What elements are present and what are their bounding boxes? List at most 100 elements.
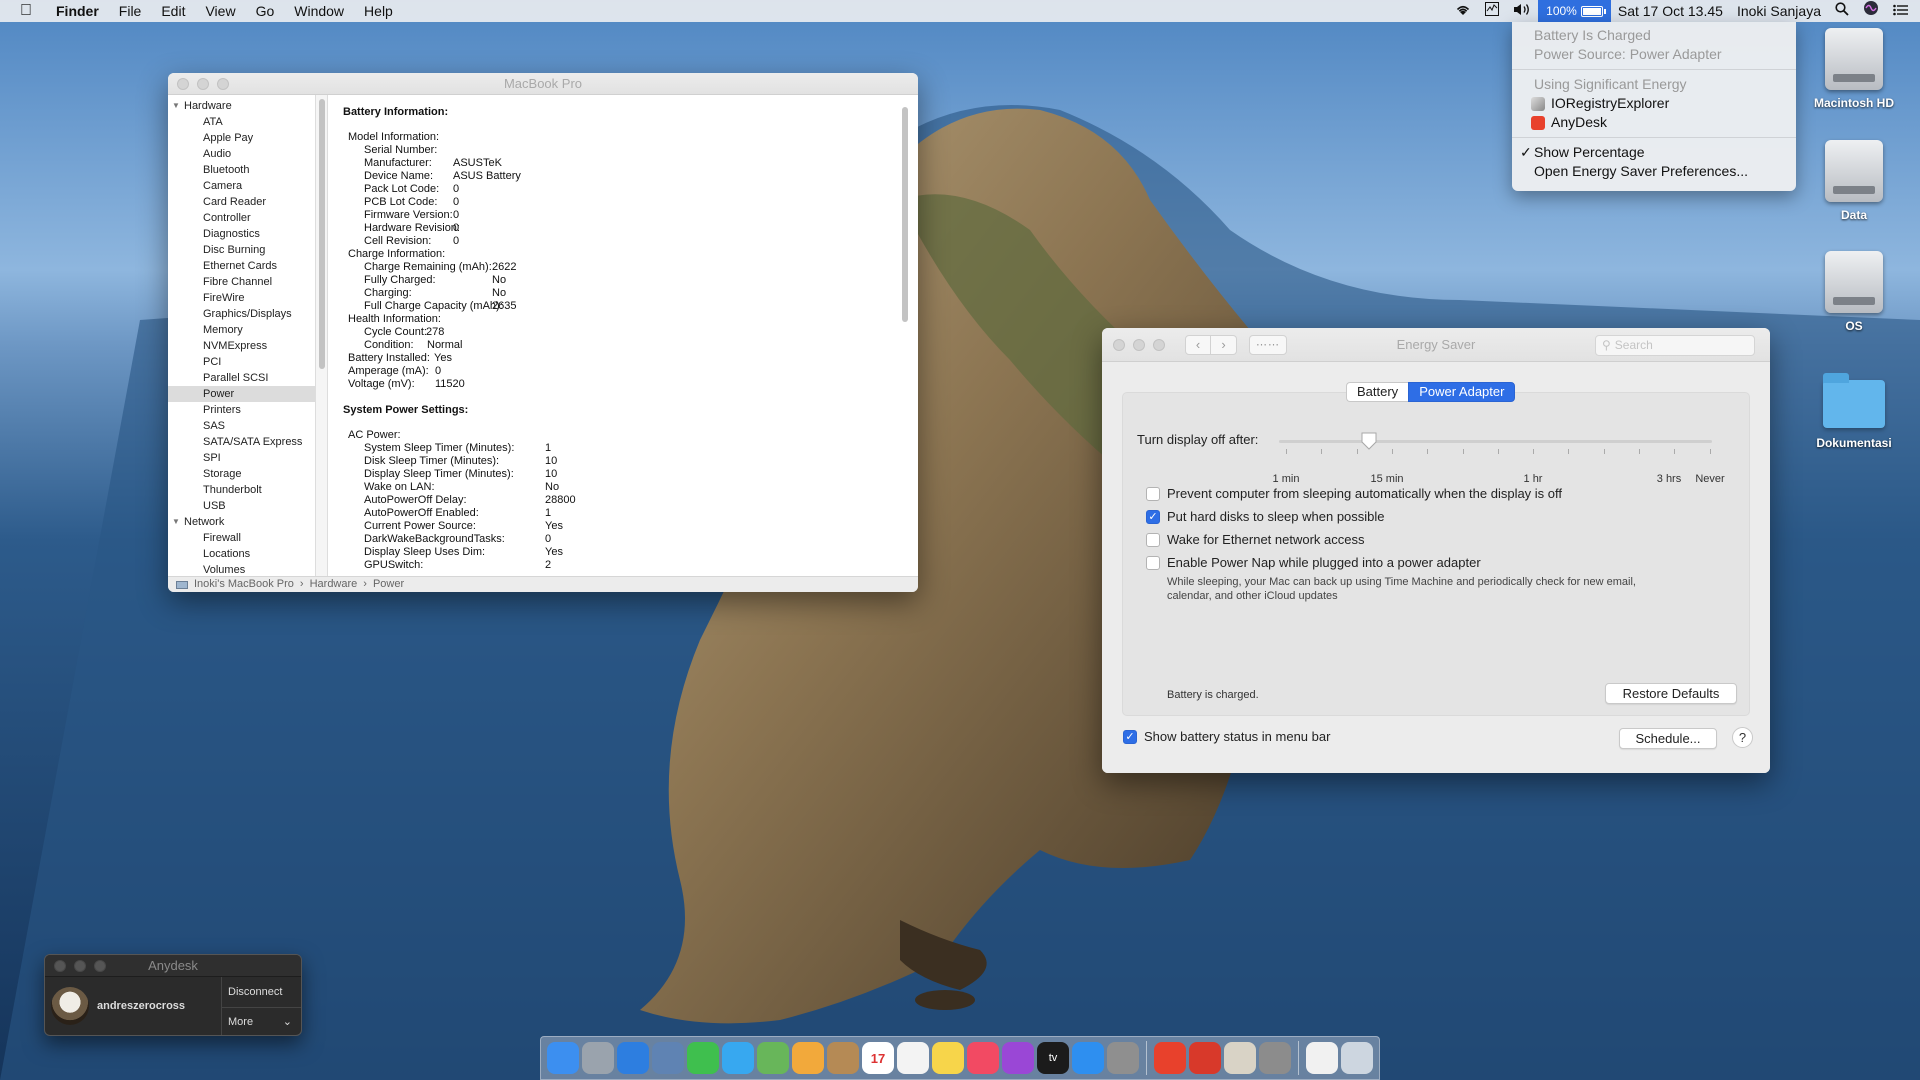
menu-view[interactable]: View (195, 0, 245, 22)
desktop-icon-macintosh-hd[interactable]: Macintosh HD (1799, 28, 1909, 110)
notification-center-icon[interactable] (1886, 0, 1920, 22)
finder-icon[interactable] (547, 1042, 579, 1074)
sidebar-item-camera[interactable]: Camera (168, 178, 315, 194)
show-all-grid-icon[interactable]: ⋯⋯ (1249, 334, 1287, 355)
disclosure-triangle-icon[interactable]: ▼ (172, 98, 180, 114)
minimize-button[interactable] (74, 959, 86, 972)
slider-knob[interactable] (1361, 432, 1377, 450)
battery-menu-extra[interactable]: 100% (1538, 0, 1611, 22)
activity-monitor-icon[interactable] (1478, 0, 1506, 22)
preview-icon[interactable] (652, 1042, 684, 1074)
sidebar-item-volumes[interactable]: Volumes (168, 562, 315, 576)
facetime-icon[interactable] (687, 1042, 719, 1074)
zoom-button[interactable] (217, 77, 229, 90)
disclosure-triangle-icon[interactable]: ▼ (172, 514, 180, 530)
detail-scrollbar[interactable] (902, 107, 908, 322)
contacts-icon[interactable] (827, 1042, 859, 1074)
sidebar-item-pci[interactable]: PCI (168, 354, 315, 370)
sidebar-category-hardware[interactable]: ▼ Hardware (168, 98, 315, 114)
close-button[interactable] (177, 77, 189, 90)
podcasts-icon[interactable] (1002, 1042, 1034, 1074)
desktop-icon-data[interactable]: Data (1799, 140, 1909, 222)
anydesk-icon[interactable] (1154, 1042, 1186, 1074)
zoom-button[interactable] (94, 959, 106, 972)
launchpad-icon[interactable] (582, 1042, 614, 1074)
sidebar-item-locations[interactable]: Locations (168, 546, 315, 562)
messages-icon[interactable] (722, 1042, 754, 1074)
checkbox-checked[interactable]: ✓ (1146, 509, 1160, 524)
spotlight-icon[interactable] (1828, 0, 1856, 22)
menu-go[interactable]: Go (246, 0, 285, 22)
menu-edit[interactable]: Edit (151, 0, 195, 22)
sidebar-item-ata[interactable]: ATA (168, 114, 315, 130)
more-button[interactable]: More ⌄ (228, 1013, 296, 1031)
menu-item-show-percentage[interactable]: ✓ Show Percentage (1512, 143, 1796, 162)
sidebar-item-thunderbolt[interactable]: Thunderbolt (168, 482, 315, 498)
apple-menu-icon[interactable]:  (0, 0, 46, 22)
menu-item-anydesk[interactable]: AnyDesk (1512, 113, 1796, 132)
trash-icon[interactable] (1341, 1042, 1373, 1074)
safari-icon[interactable] (617, 1042, 649, 1074)
volume-icon[interactable] (1506, 0, 1538, 22)
sidebar-scrollbar[interactable] (316, 95, 328, 576)
help-button[interactable]: ? (1732, 727, 1753, 748)
anydesk-alt-icon[interactable] (1189, 1042, 1221, 1074)
sidebar-item-nvmexpress[interactable]: NVMExpress (168, 338, 315, 354)
restore-defaults-button[interactable]: Restore Defaults (1605, 683, 1737, 704)
sidebar-item-diagnostics[interactable]: Diagnostics (168, 226, 315, 242)
sidebar-category-network[interactable]: ▼ Network (168, 514, 315, 530)
window-toolbar[interactable]: ‹ › ⋯⋯ Energy Saver ⚲ Search (1102, 328, 1770, 362)
sidebar-item-bluetooth[interactable]: Bluetooth (168, 162, 315, 178)
maps-icon[interactable] (757, 1042, 789, 1074)
menu-file[interactable]: File (109, 0, 152, 22)
menu-clock[interactable]: Sat 17 Oct 13.45 (1611, 0, 1730, 22)
search-field[interactable]: ⚲ Search (1595, 335, 1755, 356)
system-preferences-icon[interactable] (1107, 1042, 1139, 1074)
checkbox[interactable] (1146, 486, 1160, 501)
menu-item-open-energy-saver[interactable]: Open Energy Saver Preferences... (1512, 162, 1796, 181)
music-icon[interactable] (967, 1042, 999, 1074)
sidebar-item-disc-burning[interactable]: Disc Burning (168, 242, 315, 258)
window-titlebar[interactable]: MacBook Pro (168, 73, 918, 95)
breadcrumb-item[interactable]: Power (373, 577, 404, 592)
desktop-icon-os[interactable]: OS (1799, 251, 1909, 333)
forward-button[interactable]: › (1211, 334, 1237, 355)
minimize-button[interactable] (1133, 338, 1145, 351)
schedule-button[interactable]: Schedule... (1619, 728, 1717, 749)
script-editor-icon[interactable] (1224, 1042, 1256, 1074)
sidebar-item-firewall[interactable]: Firewall (168, 530, 315, 546)
sidebar-item-card-reader[interactable]: Card Reader (168, 194, 315, 210)
notes-icon[interactable] (932, 1042, 964, 1074)
sidebar-item-graphics-displays[interactable]: Graphics/Displays (168, 306, 315, 322)
menu-window[interactable]: Window (284, 0, 354, 22)
sidebar-item-firewire[interactable]: FireWire (168, 290, 315, 306)
option-show-battery-status[interactable]: ✓ Show battery status in menu bar (1123, 729, 1330, 744)
tv-icon[interactable]: tv (1037, 1042, 1069, 1074)
window-titlebar[interactable]: Anydesk (45, 955, 301, 977)
option-prevent-sleep[interactable]: Prevent computer from sleeping automatic… (1146, 486, 1562, 501)
close-button[interactable] (54, 959, 66, 972)
sidebar-item-printers[interactable]: Printers (168, 402, 315, 418)
menu-app-name[interactable]: Finder (46, 0, 109, 22)
checkbox[interactable] (1146, 555, 1160, 570)
sidebar-item-sas[interactable]: SAS (168, 418, 315, 434)
sidebar-item-fibre-channel[interactable]: Fibre Channel (168, 274, 315, 290)
sidebar-item-sata-sata-express[interactable]: SATA/SATA Express (168, 434, 315, 450)
photos-icon[interactable] (792, 1042, 824, 1074)
sidebar-item-memory[interactable]: Memory (168, 322, 315, 338)
zoom-button[interactable] (1153, 338, 1165, 351)
close-button[interactable] (1113, 338, 1125, 351)
checkbox-checked[interactable]: ✓ (1123, 729, 1137, 744)
sidebar-item-audio[interactable]: Audio (168, 146, 315, 162)
sidebar-item-apple-pay[interactable]: Apple Pay (168, 130, 315, 146)
menu-user[interactable]: Inoki Sanjaya (1730, 0, 1828, 22)
sidebar-item-storage[interactable]: Storage (168, 466, 315, 482)
minimize-button[interactable] (197, 77, 209, 90)
reminders-icon[interactable] (897, 1042, 929, 1074)
app-store-icon[interactable] (1072, 1042, 1104, 1074)
sidebar-item-spi[interactable]: SPI (168, 450, 315, 466)
option-wake-ethernet[interactable]: Wake for Ethernet network access (1146, 532, 1365, 547)
desktop-icon-dokumentasi[interactable]: Dokumentasi (1799, 373, 1909, 450)
breadcrumb-item[interactable]: Hardware (310, 577, 358, 592)
sidebar-item-power[interactable]: Power (168, 386, 315, 402)
